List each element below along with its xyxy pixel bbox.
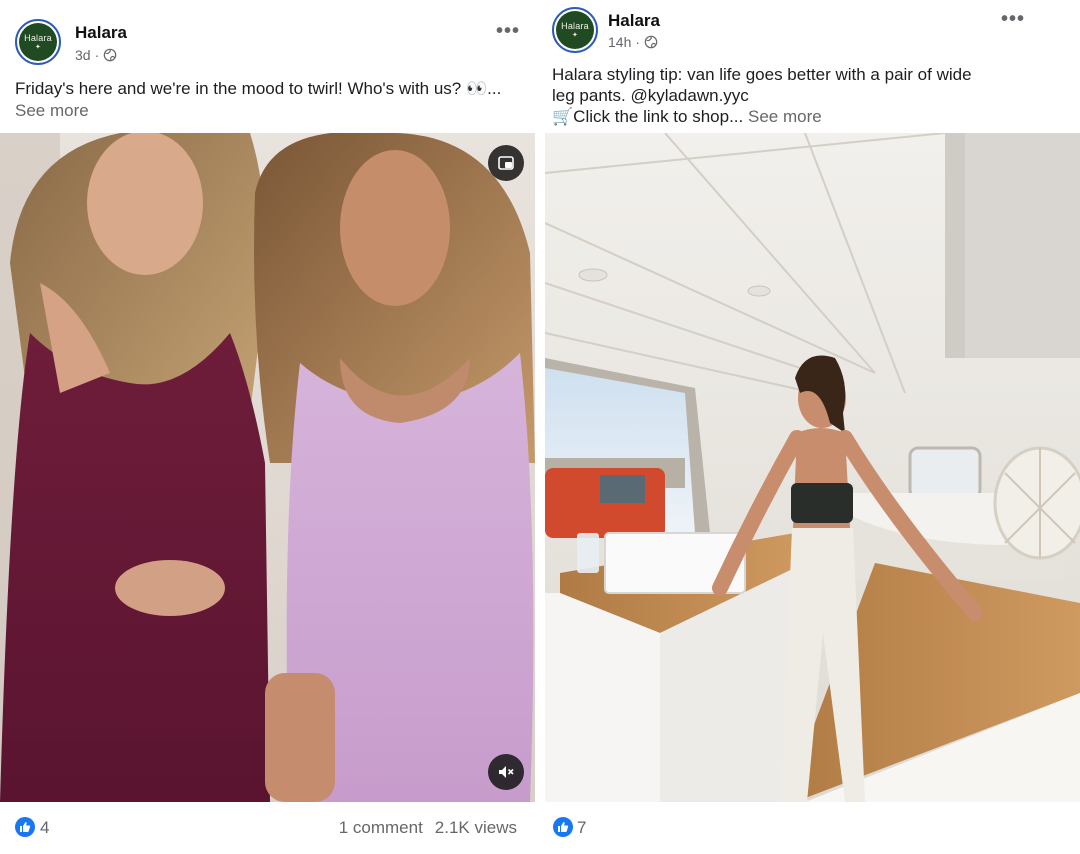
more-options-icon[interactable]: ••• — [1001, 9, 1025, 29]
post-card-1: Halara ✦ Halara 3d · ••• Friday's here a… — [0, 0, 535, 854]
muted-speaker-icon[interactable] — [488, 754, 524, 790]
globe-icon — [644, 35, 658, 49]
meta-separator: · — [635, 34, 641, 50]
photo-van-interior — [545, 133, 1080, 802]
post-footer: 4 1 comment 2.1K views — [0, 802, 535, 854]
more-options-icon[interactable]: ••• — [496, 21, 520, 41]
meta-separator: · — [94, 47, 100, 63]
reaction-count[interactable]: 4 — [40, 818, 49, 838]
caption-line-1: Halara styling tip: van life goes better… — [552, 65, 972, 84]
caption-line-3: 🛒Click the link to shop... See more — [552, 106, 1072, 127]
view-count: 2.1K views — [434, 818, 517, 837]
post-card-2: Halara ✦ Halara 14h · ••• Halara styling… — [545, 0, 1080, 854]
see-more-link[interactable]: See more — [15, 101, 89, 120]
engagement-stats: 1 comment 2.1K views — [339, 818, 517, 838]
post-photo[interactable] — [545, 133, 1080, 802]
post-footer: 7 — [545, 802, 1080, 854]
page-avatar[interactable]: Halara ✦ — [15, 19, 61, 65]
post-caption: Friday's here and we're in the mood to t… — [15, 78, 520, 122]
caption-shop-text: 🛒Click the link to shop... — [552, 107, 744, 126]
avatar-logo-text: Halara — [24, 33, 52, 43]
post-time[interactable]: 14h — [608, 34, 631, 50]
reaction-count[interactable]: 7 — [577, 818, 586, 838]
comment-count[interactable]: 1 comment — [339, 818, 423, 838]
thumbs-up-icon — [553, 817, 573, 837]
avatar-logo-mark: ✦ — [571, 32, 579, 39]
page-name[interactable]: Halara — [75, 23, 127, 43]
caption-text: Friday's here and we're in the mood to t… — [15, 79, 502, 98]
avatar-logo-mark: ✦ — [34, 44, 42, 51]
post-meta: 3d · — [75, 47, 117, 63]
post-time[interactable]: 3d — [75, 47, 91, 63]
post-meta: 14h · — [608, 34, 658, 50]
globe-icon — [103, 48, 117, 62]
post-caption: Halara styling tip: van life goes better… — [552, 64, 1072, 127]
see-more-link[interactable]: See more — [748, 107, 822, 126]
page-name[interactable]: Halara — [608, 11, 660, 31]
column-gutter — [535, 0, 545, 854]
page-avatar[interactable]: Halara ✦ — [552, 7, 598, 53]
post-video[interactable] — [0, 133, 535, 802]
picture-in-picture-icon[interactable] — [488, 145, 524, 181]
avatar-logo-text: Halara — [561, 21, 589, 31]
caption-line-2: leg pants. @kyladawn.yyc — [552, 86, 749, 105]
thumbs-up-icon — [15, 817, 35, 837]
video-frame-women-in-dresses — [0, 133, 535, 802]
